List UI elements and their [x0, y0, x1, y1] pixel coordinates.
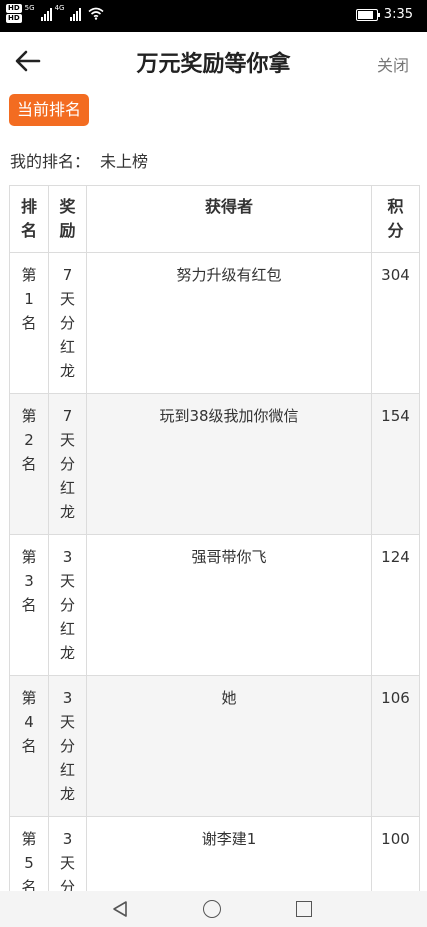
cell-points: 124: [371, 534, 420, 676]
wifi-icon: [88, 7, 104, 20]
my-rank-label: 我的排名：: [10, 152, 91, 171]
cell-rank: 第4名: [9, 675, 49, 817]
cell-winner: 努力升级有红包: [86, 252, 372, 394]
tab-current-ranking[interactable]: 当前排名: [9, 94, 90, 126]
cell-winner: 谢李建1: [86, 816, 372, 891]
ranking-table-container[interactable]: 排名 奖励 获得者 积分 第1名 7天分红龙 努力升级有红包 304 第2名 7…: [9, 185, 420, 891]
hd-badge-1: HD: [6, 4, 22, 13]
my-rank: 我的排名： 未上榜: [10, 148, 148, 172]
my-rank-value: 未上榜: [100, 152, 149, 171]
cell-reward: 3天分红龙: [48, 816, 87, 891]
nav-home-icon[interactable]: [203, 900, 221, 918]
sim2-label: 4G: [54, 4, 65, 12]
system-nav-bar: [0, 891, 427, 927]
table-row: 第2名 7天分红龙 玩到38级我加你微信 154: [9, 393, 420, 535]
close-button[interactable]: 关闭: [377, 52, 409, 76]
clock: 3:35: [383, 7, 413, 22]
cell-points: 304: [371, 252, 420, 394]
header-points: 积分: [371, 185, 420, 253]
cell-rank: 第5名: [9, 816, 49, 891]
cell-reward: 7天分红龙: [48, 252, 87, 394]
table-row: 第4名 3天分红龙 她 106: [9, 675, 420, 817]
cell-winner: 强哥带你飞: [86, 534, 372, 676]
sim1-label: 5G: [24, 4, 35, 12]
page-title: 万元奖励等你拿: [136, 52, 291, 77]
cell-reward: 3天分红龙: [48, 534, 87, 676]
status-left: HD HD 5G 4G: [6, 4, 104, 23]
cell-reward: 7天分红龙: [48, 393, 87, 535]
table-row: 第1名 7天分红龙 努力升级有红包 304: [9, 252, 420, 394]
nav-back-icon[interactable]: [111, 900, 129, 918]
signal-icon-2: [70, 7, 82, 21]
back-arrow-icon[interactable]: [14, 48, 42, 74]
status-bar: HD HD 5G 4G 3:35: [0, 0, 427, 32]
nav-recent-apps-icon[interactable]: [296, 901, 312, 917]
cell-points: 100: [371, 816, 420, 891]
signal-icon: [40, 7, 52, 21]
cell-rank: 第2名: [9, 393, 49, 535]
nav-bar: 万元奖励等你拿 关闭: [0, 32, 427, 90]
cell-rank: 第1名: [9, 252, 49, 394]
ranking-table: 排名 奖励 获得者 积分 第1名 7天分红龙 努力升级有红包 304 第2名 7…: [9, 185, 420, 891]
table-row: 第5名 3天分红龙 谢李建1 100: [9, 816, 420, 891]
cell-points: 106: [371, 675, 420, 817]
status-right: 3:35: [355, 7, 413, 22]
hd-badge-2: HD: [6, 14, 22, 23]
cell-reward: 3天分红龙: [48, 675, 87, 817]
hd-badges: HD HD: [6, 4, 22, 23]
header-reward: 奖励: [48, 185, 87, 253]
table-header-row: 排名 奖励 获得者 积分: [9, 185, 420, 253]
battery-icon: [355, 8, 380, 21]
header-winner: 获得者: [86, 185, 372, 253]
cell-winner: 她: [86, 675, 372, 817]
table-row: 第3名 3天分红龙 强哥带你飞 124: [9, 534, 420, 676]
cell-rank: 第3名: [9, 534, 49, 676]
header-rank: 排名: [9, 185, 49, 253]
cell-points: 154: [371, 393, 420, 535]
cell-winner: 玩到38级我加你微信: [86, 393, 372, 535]
